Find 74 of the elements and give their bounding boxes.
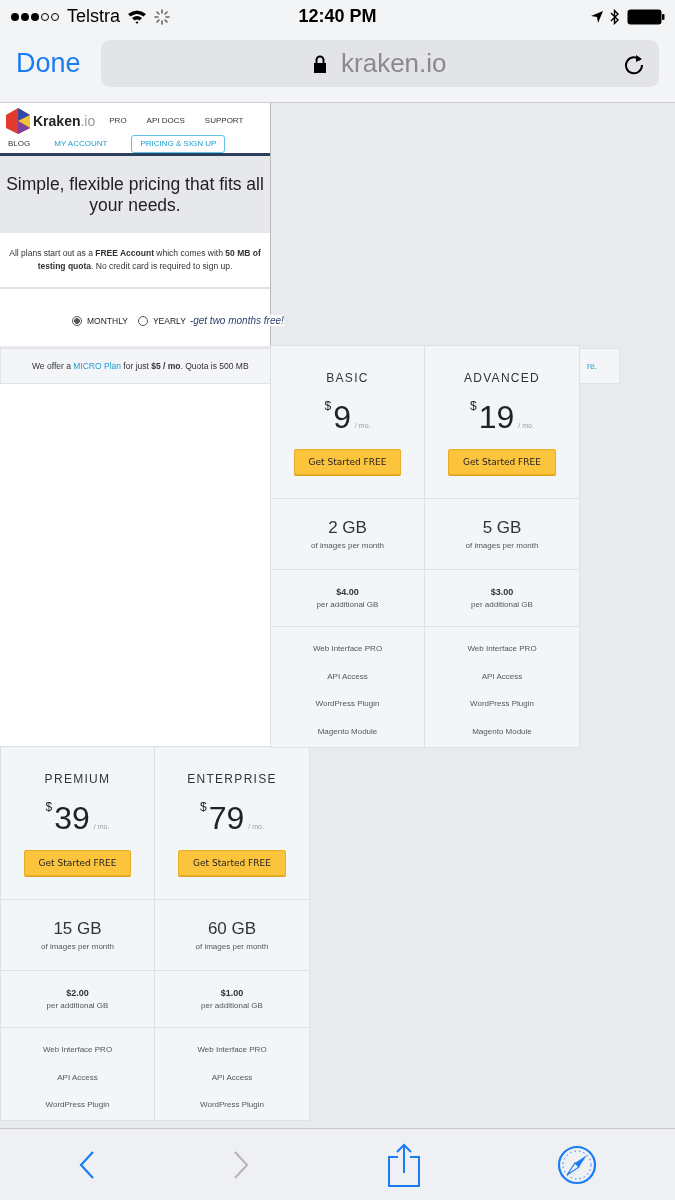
plan-name: ENTERPRISE — [187, 772, 277, 786]
storage-note: of images per month — [311, 541, 384, 550]
plan-feature: WordPress Plugin — [45, 1099, 110, 1111]
plan-name: PREMIUM — [44, 772, 111, 786]
plan-feature: API Access — [57, 1071, 98, 1084]
loading-spinner-icon — [154, 8, 170, 25]
storage-amount: 60 GB — [207, 919, 257, 939]
plan-feature: Web Interface PRO — [312, 643, 383, 655]
additional-price: $3.00 — [490, 587, 514, 597]
plan-price: 9 — [333, 398, 351, 437]
bluetooth-icon — [610, 8, 620, 25]
nav-link[interactable]: API DOCS — [146, 115, 185, 127]
plan-feature: Magento Module — [472, 725, 532, 738]
additional-note: per additional GB — [471, 600, 533, 609]
nav-link[interactable]: BLOG — [8, 138, 31, 150]
radio-button[interactable] — [137, 315, 148, 326]
plan-feature: API Access — [327, 670, 368, 683]
storage-note: of images per month — [41, 942, 114, 951]
get-started-button[interactable]: Get Started FREE — [178, 850, 286, 876]
additional-price: $1.00 — [220, 988, 244, 998]
get-started-button[interactable]: Get Started FREE — [293, 449, 402, 475]
plan-price: 79 — [208, 799, 245, 838]
back-icon[interactable] — [78, 1149, 97, 1180]
plan-feature: Web Interface PRO — [42, 1044, 113, 1056]
page-headline: Simple, flexible pricing that fits all your needs. — [5, 173, 265, 216]
plan-name: ADVANCED — [463, 371, 541, 385]
plan-price: 39 — [54, 799, 90, 838]
carrier-name: Telstra — [67, 6, 120, 27]
nav-link[interactable]: PRO — [109, 115, 127, 127]
plan-feature: Magento Module — [317, 725, 378, 738]
plan-feature: API Access — [481, 670, 523, 683]
compass-icon[interactable] — [556, 1144, 597, 1185]
plan-feature: Web Interface PRO — [197, 1044, 267, 1056]
micro-plan-text: We offer a MICRO Plan for just $5 / mo. Quota is 500 MB — [31, 361, 249, 371]
plan-name: BASIC — [326, 371, 369, 385]
nav-link[interactable]: SUPPORT — [204, 115, 244, 127]
plan-price: 19 — [478, 398, 515, 437]
storage-amount: 5 GB — [482, 518, 522, 538]
plan-feature: WordPress Plugin — [470, 698, 534, 710]
get-started-button[interactable]: Get Started FREE — [448, 449, 556, 475]
plan-feature: Web Interface PRO — [467, 643, 537, 655]
currency-sign: $ — [324, 399, 332, 413]
logo-text: Kraken.io — [33, 113, 96, 129]
plan-feature: WordPress Plugin — [200, 1099, 264, 1111]
logo-icon — [4, 107, 32, 135]
location-arrow-icon — [591, 10, 603, 23]
currency-sign: $ — [45, 800, 53, 814]
additional-note: per additional GB — [201, 1001, 263, 1010]
storage-amount: 2 GB — [328, 518, 367, 538]
battery-icon — [627, 8, 665, 25]
additional-price: $2.00 — [66, 988, 89, 998]
storage-note: of images per month — [465, 541, 539, 550]
signal-icon — [10, 11, 60, 22]
storage-amount: 15 GB — [53, 919, 102, 939]
wifi-icon — [127, 9, 147, 24]
get-started-button[interactable]: Get Started FREE — [23, 850, 132, 876]
billing-option[interactable]: MONTHLY — [72, 315, 128, 326]
share-icon[interactable] — [386, 1142, 421, 1187]
additional-price: $4.00 — [336, 587, 359, 597]
currency-sign: $ — [200, 800, 207, 814]
additional-note: per additional GB — [316, 600, 379, 609]
storage-note: of images per month — [195, 942, 269, 951]
billing-option[interactable]: YEARLY — [137, 315, 186, 326]
status-time: 12:40 PM — [298, 6, 377, 27]
done-button[interactable]: Done — [16, 48, 81, 79]
reload-icon[interactable] — [623, 52, 645, 75]
radio-button[interactable] — [72, 315, 82, 326]
lock-icon — [313, 54, 327, 73]
promo-note: -get two months free! — [189, 315, 284, 326]
intro-text: All plans start out as a FREE Account which comes with 50 MB of testing quota. No credit card is required to sign up. — [8, 247, 262, 273]
plan-feature: API Access — [211, 1071, 253, 1084]
currency-sign: $ — [470, 399, 477, 413]
plan-feature: WordPress Plugin — [315, 698, 380, 710]
additional-note: per additional GB — [46, 1001, 109, 1010]
